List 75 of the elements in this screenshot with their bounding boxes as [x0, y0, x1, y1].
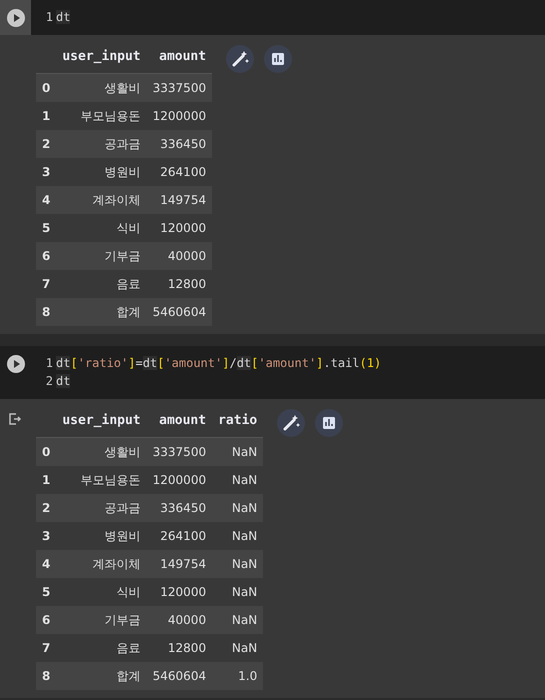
table-cell: 식비 [56, 578, 147, 606]
table-cell: 264100 [146, 522, 212, 550]
table-cell: 공과금 [56, 494, 147, 522]
table-cell: 계좌이체 [56, 186, 147, 214]
line-number: 1 [44, 9, 53, 26]
row-index: 3 [36, 522, 56, 550]
run-button-icon[interactable] [6, 8, 26, 28]
row-index: 8 [36, 662, 56, 690]
table-cell: 병원비 [56, 522, 147, 550]
chart-icon[interactable] [315, 409, 344, 437]
table-cell: 12800 [146, 270, 212, 298]
row-index: 5 [36, 578, 56, 606]
table-cell: NaN [212, 522, 264, 550]
table-cell: 1200000 [146, 466, 212, 494]
table-cell: NaN [212, 494, 264, 522]
table-cell: 149754 [146, 186, 212, 214]
row-index: 0 [36, 74, 56, 102]
row-index: 3 [36, 158, 56, 186]
table-cell: 120000 [146, 578, 212, 606]
table-cell: 식비 [56, 214, 147, 242]
table-cell: 3337500 [146, 438, 212, 466]
table-cell: 40000 [146, 242, 212, 270]
table-cell: 생활비 [56, 438, 147, 466]
line-number: 2 [44, 373, 53, 390]
output-icon[interactable] [8, 412, 22, 426]
table-cell: 3337500 [146, 74, 212, 102]
row-index: 7 [36, 634, 56, 662]
table-cell: 336450 [146, 494, 212, 522]
line-number: 1 [44, 355, 53, 372]
table-cell: 40000 [146, 606, 212, 634]
row-index: 2 [36, 130, 56, 158]
row-index: 6 [36, 606, 56, 634]
table-cell: 계좌이체 [56, 550, 147, 578]
table-cell: NaN [212, 438, 264, 466]
run-button-icon[interactable] [6, 354, 26, 374]
table-cell: 1.0 [212, 662, 264, 690]
table-cell: 합계 [56, 298, 147, 326]
table-cell: 1200000 [146, 102, 212, 130]
table-cell: NaN [212, 466, 264, 494]
table-cell: 병원비 [56, 158, 147, 186]
row-index: 7 [36, 270, 56, 298]
code-editor[interactable]: 1 dt [31, 0, 82, 35]
table-cell: 264100 [146, 158, 212, 186]
row-index: 4 [36, 550, 56, 578]
row-index: 6 [36, 242, 56, 270]
magic-wand-icon[interactable] [226, 45, 254, 73]
table-cell: 기부금 [56, 606, 147, 634]
table-cell: 120000 [146, 214, 212, 242]
table-cell: 336450 [146, 130, 212, 158]
table-cell: 149754 [146, 550, 212, 578]
table-cell: 5460604 [146, 298, 212, 326]
table-cell: NaN [212, 634, 264, 662]
code-line: dt['ratio']=dt['amount']/dt['amount'].tail(1) [56, 355, 382, 372]
row-index: 1 [36, 466, 56, 494]
table-cell: 12800 [146, 634, 212, 662]
table-cell: 공과금 [56, 130, 147, 158]
row-index: 0 [36, 438, 56, 466]
chart-icon[interactable] [264, 45, 292, 73]
table-cell: NaN [212, 578, 264, 606]
table-cell: 부모님용돈 [56, 466, 147, 494]
table-cell: NaN [212, 606, 264, 634]
row-index: 1 [36, 102, 56, 130]
table-cell: NaN [212, 550, 264, 578]
table-cell: 기부금 [56, 242, 147, 270]
row-index: 4 [36, 186, 56, 214]
table-cell: 생활비 [56, 74, 147, 102]
row-index: 8 [36, 298, 56, 326]
table-cell: 음료 [56, 270, 147, 298]
table-cell: 음료 [56, 634, 147, 662]
row-index: 5 [36, 214, 56, 242]
table-cell: 부모님용돈 [56, 102, 147, 130]
table-cell: 합계 [56, 662, 147, 690]
table-cell: 5460604 [146, 662, 212, 690]
row-index: 2 [36, 494, 56, 522]
magic-wand-icon[interactable] [277, 409, 306, 437]
